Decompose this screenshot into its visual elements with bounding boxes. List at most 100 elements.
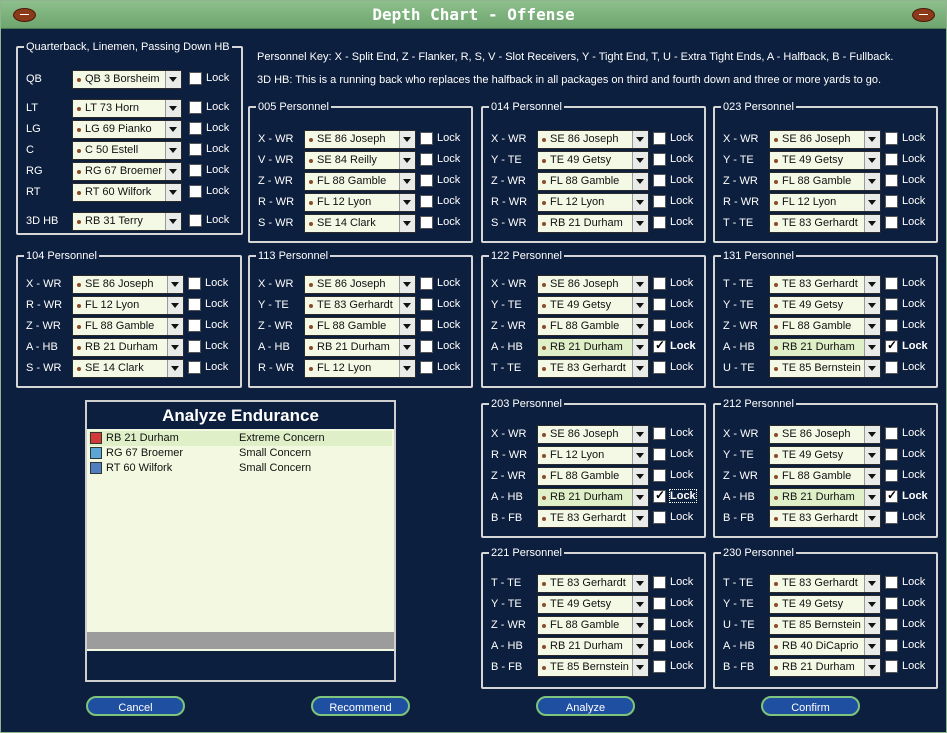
lock-checkbox[interactable]	[885, 597, 898, 610]
player-dropdown[interactable]: RB 40 DiCaprio	[769, 637, 881, 656]
dropdown-arrow-icon[interactable]	[632, 575, 648, 592]
lock-checkbox[interactable]	[885, 427, 898, 440]
lock-checkbox[interactable]	[653, 216, 666, 229]
dropdown-arrow-icon[interactable]	[399, 173, 415, 190]
dropdown-arrow-icon[interactable]	[632, 510, 648, 527]
lock-checkbox[interactable]	[885, 618, 898, 631]
lock-checkbox[interactable]	[885, 132, 898, 145]
dropdown-arrow-icon[interactable]	[632, 360, 648, 377]
lock-checkbox[interactable]	[189, 72, 202, 85]
lock-checkbox[interactable]	[420, 340, 433, 353]
endurance-row[interactable]: RG 67 Broemer Small Concern	[89, 446, 392, 461]
player-dropdown[interactable]: TE 83 Gerhardt	[537, 574, 649, 593]
lock-checkbox[interactable]	[885, 576, 898, 589]
dropdown-arrow-icon[interactable]	[864, 596, 880, 613]
recommend-button[interactable]: Recommend	[311, 696, 410, 716]
dropdown-arrow-icon[interactable]	[632, 318, 648, 335]
player-dropdown[interactable]: RB 21 Durham	[769, 338, 881, 357]
dropdown-arrow-icon[interactable]	[864, 318, 880, 335]
lock-checkbox[interactable]	[885, 639, 898, 652]
lock-checkbox[interactable]	[885, 338, 898, 353]
dropdown-arrow-icon[interactable]	[632, 426, 648, 443]
dropdown-arrow-icon[interactable]	[864, 276, 880, 293]
lock-checkbox[interactable]	[653, 338, 666, 353]
player-dropdown[interactable]: FL 12 Lyon	[769, 193, 881, 212]
player-dropdown[interactable]: FL 88 Gamble	[537, 467, 649, 486]
lock-checkbox[interactable]	[653, 153, 666, 166]
player-dropdown[interactable]: RB 21 Durham	[537, 488, 649, 507]
player-dropdown[interactable]: QB 3 Borsheim	[72, 70, 182, 89]
dropdown-arrow-icon[interactable]	[632, 617, 648, 634]
player-dropdown[interactable]: SE 86 Joseph	[72, 275, 184, 294]
dropdown-arrow-icon[interactable]	[864, 489, 880, 506]
dropdown-arrow-icon[interactable]	[632, 489, 648, 506]
dropdown-arrow-icon[interactable]	[167, 339, 183, 356]
player-dropdown[interactable]: C 50 Estell	[72, 141, 182, 160]
dropdown-arrow-icon[interactable]	[167, 318, 183, 335]
dropdown-arrow-icon[interactable]	[864, 617, 880, 634]
player-dropdown[interactable]: SE 86 Joseph	[537, 275, 649, 294]
analyze-button[interactable]: Analyze	[536, 696, 635, 716]
player-dropdown[interactable]: TE 83 Gerhardt	[304, 296, 416, 315]
lock-checkbox[interactable]	[653, 427, 666, 440]
lock-checkbox[interactable]	[188, 319, 201, 332]
player-dropdown[interactable]: FL 12 Lyon	[304, 359, 416, 378]
endurance-list[interactable]: RB 21 Durham Extreme Concern RG 67 Broemer…	[87, 430, 394, 630]
lock-checkbox[interactable]	[420, 174, 433, 187]
lock-checkbox[interactable]	[885, 361, 898, 374]
dropdown-arrow-icon[interactable]	[399, 339, 415, 356]
endurance-row[interactable]: RT 60 Wilfork Small Concern	[89, 461, 392, 476]
dropdown-arrow-icon[interactable]	[864, 510, 880, 527]
lock-checkbox[interactable]	[653, 448, 666, 461]
player-dropdown[interactable]: RB 21 Durham	[769, 488, 881, 507]
dropdown-arrow-icon[interactable]	[864, 131, 880, 148]
player-dropdown[interactable]: FL 88 Gamble	[537, 616, 649, 635]
player-dropdown[interactable]: RB 21 Durham	[537, 637, 649, 656]
lock-checkbox[interactable]	[885, 298, 898, 311]
dropdown-arrow-icon[interactable]	[864, 173, 880, 190]
lock-checkbox[interactable]	[653, 361, 666, 374]
dropdown-arrow-icon[interactable]	[165, 100, 181, 117]
player-dropdown[interactable]: TE 49 Getsy	[537, 151, 649, 170]
player-dropdown[interactable]: SE 86 Joseph	[304, 275, 416, 294]
dropdown-arrow-icon[interactable]	[864, 215, 880, 232]
dropdown-arrow-icon[interactable]	[864, 447, 880, 464]
dropdown-arrow-icon[interactable]	[399, 276, 415, 293]
player-dropdown[interactable]: FL 12 Lyon	[72, 296, 184, 315]
player-dropdown[interactable]: RB 21 Durham	[304, 338, 416, 357]
player-dropdown[interactable]: RB 21 Durham	[537, 214, 649, 233]
dropdown-arrow-icon[interactable]	[165, 71, 181, 88]
player-dropdown[interactable]: TE 49 Getsy	[769, 446, 881, 465]
player-dropdown[interactable]: TE 85 Bernstein	[769, 616, 881, 635]
lock-checkbox[interactable]	[653, 319, 666, 332]
dropdown-arrow-icon[interactable]	[632, 447, 648, 464]
dropdown-arrow-icon[interactable]	[864, 426, 880, 443]
player-dropdown[interactable]: FL 88 Gamble	[769, 467, 881, 486]
lock-checkbox[interactable]	[189, 101, 202, 114]
dropdown-arrow-icon[interactable]	[165, 142, 181, 159]
player-dropdown[interactable]: LG 69 Pianko	[72, 120, 182, 139]
dropdown-arrow-icon[interactable]	[632, 468, 648, 485]
dropdown-arrow-icon[interactable]	[864, 638, 880, 655]
lock-checkbox[interactable]	[653, 660, 666, 673]
player-dropdown[interactable]: TE 85 Bernstein	[537, 658, 649, 677]
lock-checkbox[interactable]	[885, 511, 898, 524]
lock-checkbox[interactable]	[653, 488, 666, 503]
player-dropdown[interactable]: FL 88 Gamble	[72, 317, 184, 336]
lock-checkbox[interactable]	[189, 143, 202, 156]
dropdown-arrow-icon[interactable]	[632, 131, 648, 148]
lock-checkbox[interactable]	[420, 153, 433, 166]
lock-checkbox[interactable]	[653, 511, 666, 524]
player-dropdown[interactable]: TE 83 Gerhardt	[537, 509, 649, 528]
lock-checkbox[interactable]	[188, 298, 201, 311]
lock-checkbox[interactable]	[885, 660, 898, 673]
dropdown-arrow-icon[interactable]	[632, 152, 648, 169]
dropdown-arrow-icon[interactable]	[632, 659, 648, 676]
dropdown-arrow-icon[interactable]	[167, 276, 183, 293]
player-dropdown[interactable]: TE 49 Getsy	[537, 296, 649, 315]
player-dropdown[interactable]: SE 86 Joseph	[304, 130, 416, 149]
dropdown-arrow-icon[interactable]	[165, 184, 181, 201]
player-dropdown[interactable]: TE 49 Getsy	[537, 595, 649, 614]
player-dropdown[interactable]: FL 88 Gamble	[304, 172, 416, 191]
lock-checkbox[interactable]	[653, 469, 666, 482]
